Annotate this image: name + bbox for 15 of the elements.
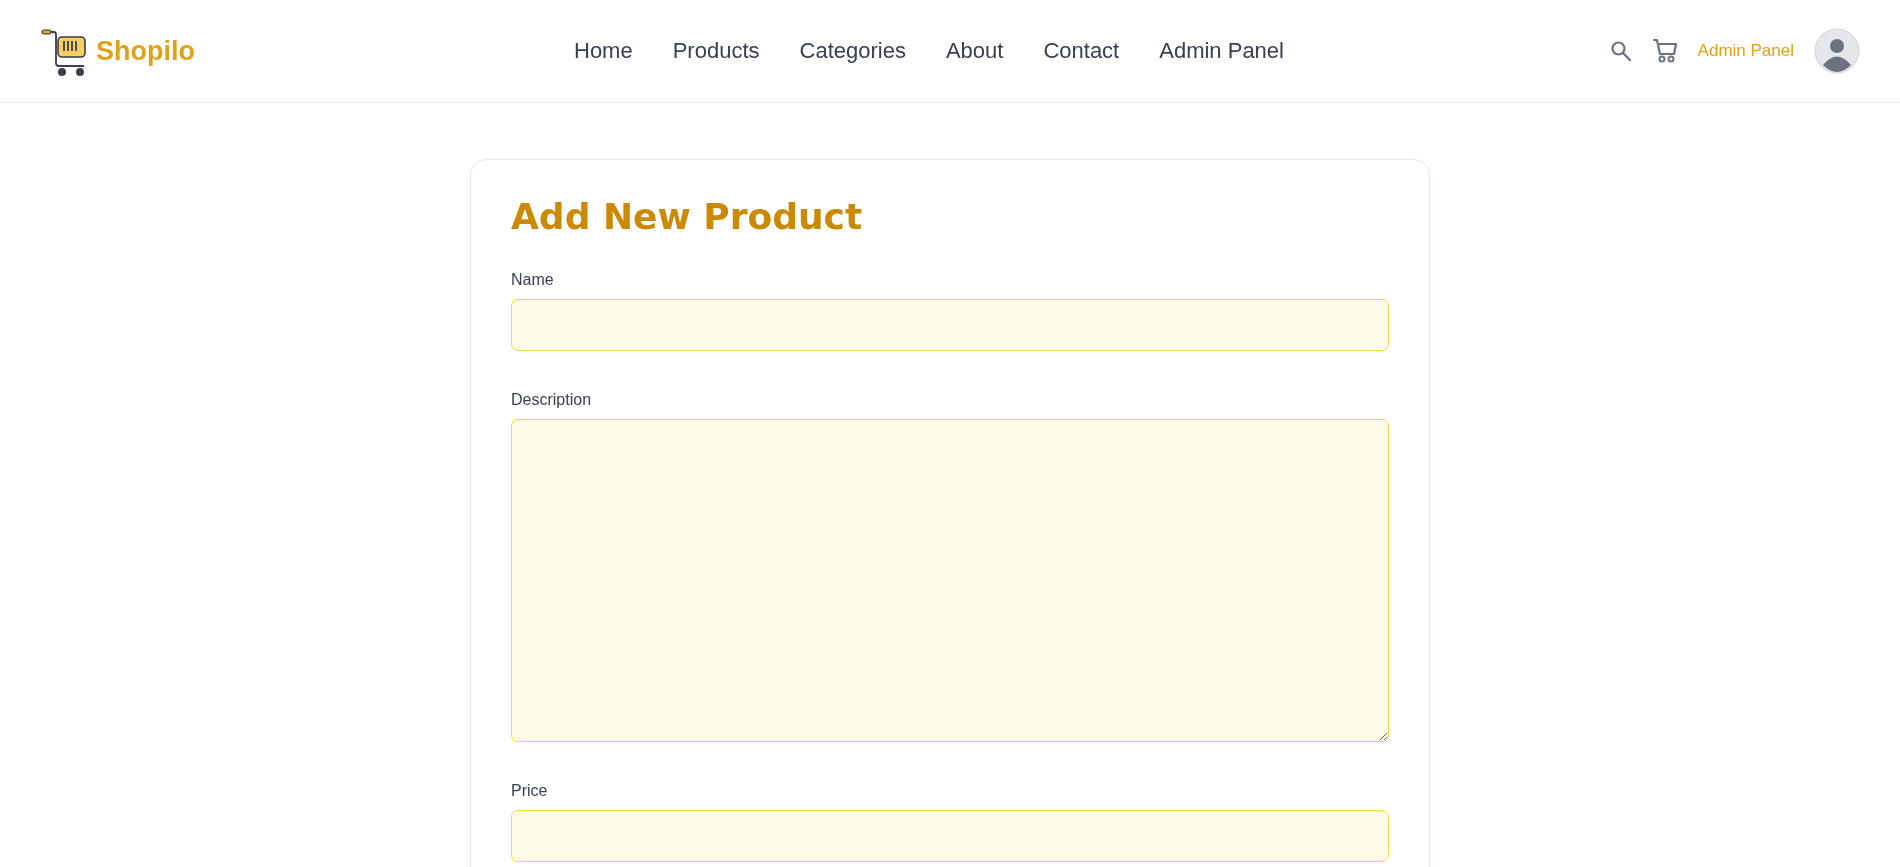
nav-link[interactable]: Admin Panel bbox=[1159, 38, 1284, 64]
user-avatar-icon[interactable] bbox=[1814, 28, 1860, 74]
nav-link[interactable]: Products bbox=[672, 38, 760, 64]
nav-link[interactable]: Home bbox=[574, 38, 633, 64]
nav-link[interactable]: Categories bbox=[799, 38, 906, 64]
field-label: Description bbox=[511, 391, 593, 409]
field-label: Price bbox=[511, 782, 549, 800]
field-label: Name bbox=[511, 271, 555, 289]
input-field[interactable] bbox=[511, 299, 1389, 351]
search-icon[interactable] bbox=[1609, 40, 1632, 62]
input-field[interactable] bbox=[511, 810, 1389, 862]
cart-icon[interactable] bbox=[1651, 38, 1678, 64]
nav-link[interactable]: Contact bbox=[1043, 38, 1120, 64]
nav-link[interactable]: About bbox=[945, 38, 1004, 64]
form-title: Add New Product bbox=[511, 196, 864, 237]
